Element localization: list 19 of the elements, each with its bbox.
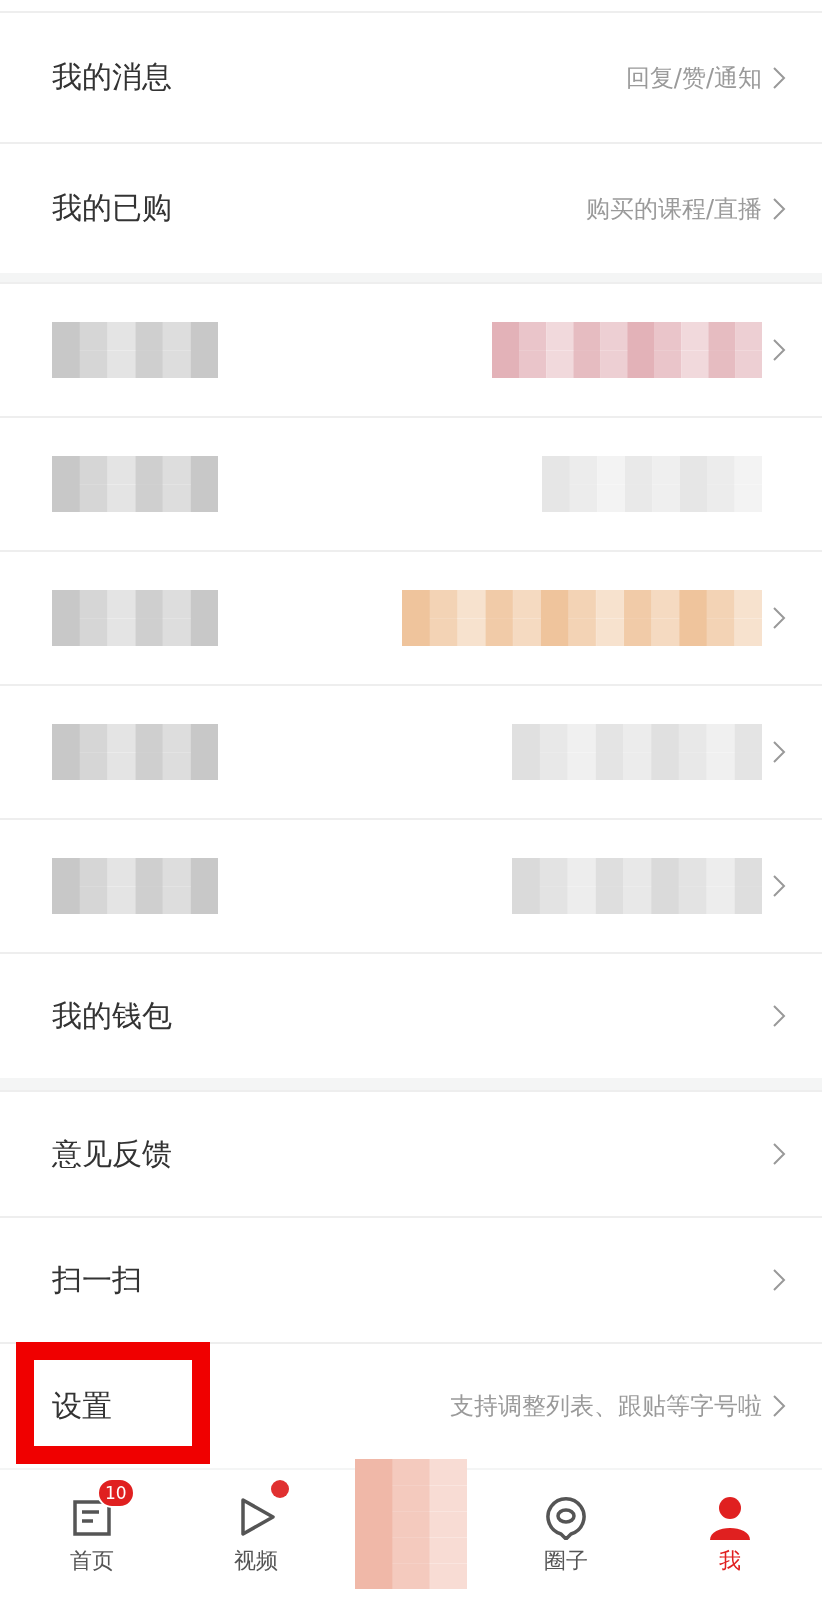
- count-badge: 10: [97, 1478, 135, 1508]
- menu-label: 意见反馈: [52, 1134, 172, 1173]
- menu-label: 扫一扫: [52, 1260, 142, 1299]
- menu-row[interactable]: 意见反馈: [0, 1090, 822, 1216]
- tab-item[interactable]: 首页 10: [27, 1476, 157, 1576]
- menu-hint: 购买的课程/直播: [585, 193, 762, 225]
- menu-row[interactable]: 我的已购 购买的课程/直播: [0, 142, 822, 273]
- tab-item[interactable]: 视频: [191, 1476, 321, 1576]
- menu-row[interactable]: 扫一扫: [0, 1216, 822, 1342]
- menu-label: 设置: [52, 1386, 112, 1425]
- menu-label: 我的已购: [52, 189, 172, 227]
- tab-item[interactable]: 我: [665, 1476, 795, 1576]
- menu-row[interactable]: 我的钱包: [0, 952, 822, 1078]
- tab-item[interactable]: 圈子: [501, 1476, 631, 1576]
- menu-hint: 回复/赞/通知: [625, 62, 762, 94]
- menu-label: 我的消息: [52, 58, 172, 96]
- menu-hint: 支持调整列表、跟贴等字号啦: [450, 1391, 762, 1422]
- menu-label: 我的钱包: [52, 996, 172, 1035]
- menu-row[interactable]: 我的消息 回复/赞/通知: [0, 11, 822, 142]
